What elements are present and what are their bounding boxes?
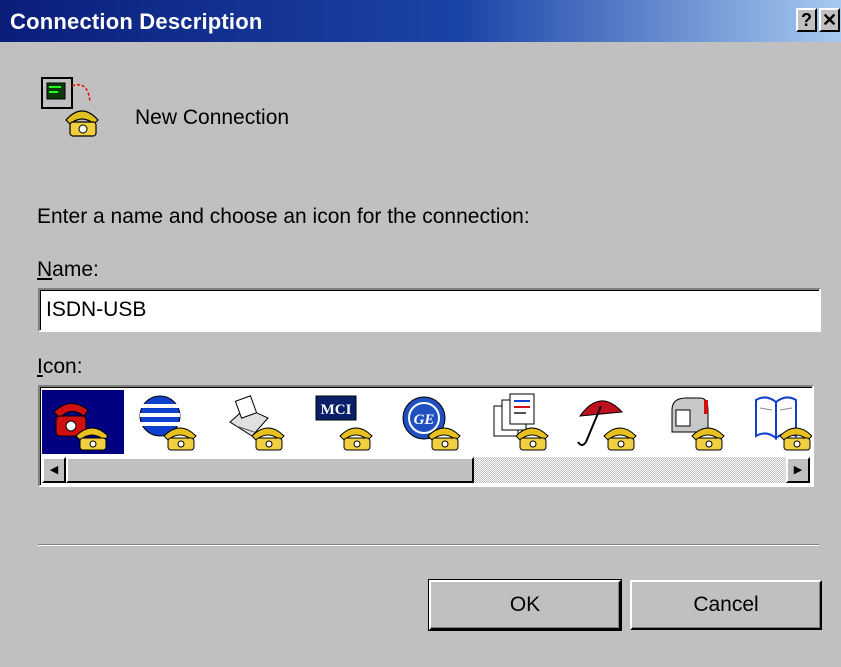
help-button[interactable]: ? (796, 8, 817, 32)
ok-button[interactable]: OK (428, 579, 622, 631)
fax-machine-icon (229, 395, 285, 451)
icon-item-umbrella[interactable] (570, 390, 652, 454)
icon-item-ge[interactable]: GE (394, 390, 476, 454)
icon-label-text: con: (42, 355, 83, 378)
red-telephone-icon (53, 403, 109, 451)
globe-icon (139, 395, 197, 451)
name-input[interactable] (38, 288, 821, 332)
icon-item-mailbox[interactable] (658, 390, 740, 454)
close-button[interactable]: ✕ (819, 8, 840, 32)
icon-item-mci[interactable]: MCI (306, 390, 388, 454)
scroll-left-arrow[interactable]: ◀ (42, 457, 66, 483)
cancel-button[interactable]: Cancel (630, 580, 822, 630)
connection-name-label: New Connection (135, 106, 290, 129)
divider (38, 544, 819, 546)
title-bar[interactable]: Connection Description ? ✕ (0, 0, 841, 42)
icon-item-fax-machine[interactable] (218, 390, 300, 454)
umbrella-icon (577, 400, 637, 451)
ge-logo-text: GE (414, 412, 435, 428)
icon-item-documents[interactable] (482, 390, 564, 454)
connection-description-dialog: Connection Description ? ✕ New Connectio… (0, 0, 841, 667)
mci-logo-icon: MCI (315, 395, 373, 451)
icon-item-open-book[interactable] (746, 390, 812, 454)
mci-logo-text: MCI (321, 402, 352, 418)
horizontal-scrollbar[interactable]: ◀ ▶ (42, 457, 810, 483)
instruction-text: Enter a name and choose an icon for the … (37, 205, 530, 228)
icon-item-globe[interactable] (130, 390, 212, 454)
name-label-mnemonic: N (37, 258, 53, 281)
icon-item-red-telephone[interactable] (42, 390, 124, 454)
icon-list[interactable]: MCI GE ◀ ▶ (38, 385, 814, 487)
open-book-icon (755, 396, 812, 451)
name-label-text: ame: (52, 258, 99, 281)
scroll-right-arrow[interactable]: ▶ (786, 457, 810, 483)
documents-icon (493, 393, 549, 451)
icon-label: Icon: (37, 355, 83, 379)
phone-computer-icon (41, 77, 99, 137)
ge-logo-icon: GE (402, 396, 461, 451)
mailbox-icon (671, 397, 725, 451)
scroll-thumb[interactable] (66, 457, 474, 483)
name-label: Name: (37, 258, 99, 282)
window-title: Connection Description (10, 9, 263, 34)
